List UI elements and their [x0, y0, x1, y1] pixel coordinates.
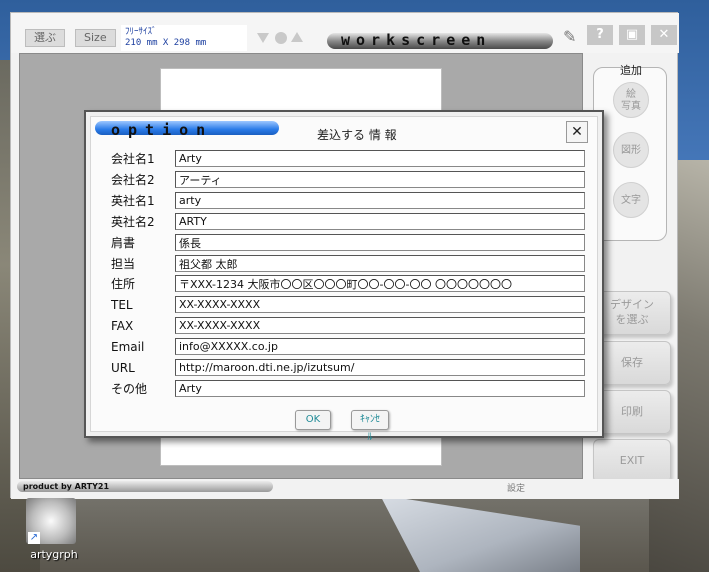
option-banner-text: option [111, 121, 214, 139]
desktop-icon-label[interactable]: artygrph [24, 548, 84, 561]
circle-icon[interactable] [275, 32, 287, 44]
add-panel-title: 追加 [620, 64, 642, 77]
workscreen-banner: workscreen [327, 31, 553, 49]
pencil-icon[interactable]: ✎ [563, 27, 576, 46]
size-name: ﾌﾘｰｻｲｽﾞ [125, 27, 157, 37]
field-label: その他 [111, 382, 148, 396]
size-button[interactable]: Size [75, 29, 116, 47]
top-toolbar: 選ぶ Size ﾌﾘｰｻｲｽﾞ 210 mm X 298 mm workscre… [11, 13, 679, 53]
workscreen-label: workscreen [341, 31, 492, 49]
select-button[interactable]: 選ぶ [25, 29, 65, 47]
field-label: 住所 [111, 277, 136, 291]
shortcut-arrow-icon: ↗ [28, 532, 40, 544]
field-label: TEL [111, 298, 133, 312]
field-input[interactable] [175, 380, 585, 397]
status-bar: product by ARTY21 設定 [11, 479, 679, 499]
dialog-body: option 差込する 情 報 ✕ 会社名1 会社名2 英社名1 英社名2 肩書担当住所… [90, 116, 598, 443]
field-input[interactable] [175, 338, 585, 355]
option-dialog: option 差込する 情 報 ✕ 会社名1 会社名2 英社名1 英社名2 肩書担当住所… [84, 110, 604, 443]
triangle-down-icon[interactable] [257, 33, 269, 43]
field-input[interactable] [175, 150, 585, 167]
print-button[interactable]: 印刷 [593, 390, 671, 434]
size-info: ﾌﾘｰｻｲｽﾞ 210 mm X 298 mm [121, 25, 247, 51]
desktop-background-snow [380, 495, 580, 572]
add-photo-label-line1: 絵 [626, 89, 636, 100]
design-label-line2: を選ぶ [615, 313, 649, 326]
field-label: 肩書 [111, 236, 136, 250]
field-label: 会社名2 [111, 173, 155, 187]
exit-button[interactable]: EXIT [593, 439, 671, 483]
window-mode-icon[interactable]: ▣ [619, 25, 645, 45]
ok-button[interactable]: OK [295, 410, 331, 430]
size-dimensions: 210 mm X 298 mm [125, 38, 207, 48]
field-input[interactable] [175, 275, 585, 292]
settings-link[interactable]: 設定 [507, 481, 525, 494]
add-photo-label-line2: 写真 [621, 101, 641, 112]
field-label: 担当 [111, 257, 136, 271]
add-text-button[interactable]: 文字 [613, 182, 649, 218]
field-input[interactable] [175, 234, 585, 251]
help-button[interactable]: ? [587, 25, 613, 45]
product-credit: product by ARTY21 [17, 481, 273, 492]
triangle-up-icon[interactable] [291, 32, 303, 42]
field-label: 会社名1 [111, 152, 155, 166]
field-label: URL [111, 361, 135, 375]
design-select-button[interactable]: デザイン を選ぶ [593, 291, 671, 335]
field-label: Email [111, 340, 145, 354]
close-icon[interactable]: ✕ [651, 25, 677, 45]
field-label: FAX [111, 319, 134, 333]
add-shape-button[interactable]: 図形 [613, 132, 649, 168]
field-input[interactable] [175, 255, 585, 272]
field-label: 英社名1 [111, 194, 155, 208]
add-panel: 追加 絵 写真 図形 文字 [593, 64, 667, 241]
field-input[interactable] [175, 359, 585, 376]
dialog-close-button[interactable]: ✕ [566, 121, 588, 143]
design-label-line1: デザイン [610, 298, 654, 311]
field-label: 英社名2 [111, 215, 155, 229]
dialog-title: 差込する 情 報 [317, 128, 397, 142]
cancel-button[interactable]: ｷｬﾝｾﾙ [351, 410, 389, 443]
save-button[interactable]: 保存 [593, 341, 671, 385]
field-input[interactable] [175, 317, 585, 334]
field-input[interactable] [175, 213, 585, 230]
add-photo-button[interactable]: 絵 写真 [613, 82, 649, 118]
field-input[interactable] [175, 171, 585, 188]
field-input[interactable] [175, 192, 585, 209]
field-input[interactable] [175, 296, 585, 313]
